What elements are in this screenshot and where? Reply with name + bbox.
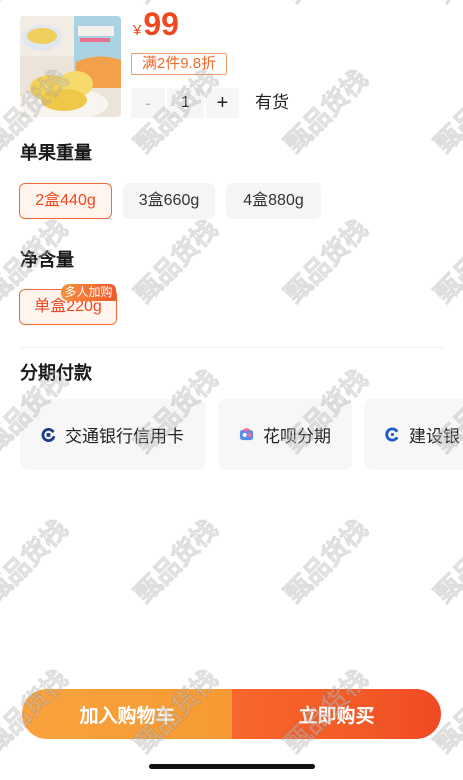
section-divider — [20, 347, 443, 348]
section-title-net-content: 净含量 — [20, 250, 74, 270]
ccb-icon — [385, 427, 399, 442]
installment-card-bocom[interactable]: 交通银行信用卡 — [20, 399, 206, 470]
installment-card-ccb[interactable]: 建设银 — [364, 399, 463, 470]
installment-label: 建设银 — [409, 427, 460, 446]
watermark-text: 甄品货栈 — [275, 0, 375, 10]
promo-tag: 满2件9.8折 — [131, 53, 227, 75]
product-image[interactable] — [20, 16, 121, 117]
add-to-cart-button[interactable]: 加入购物车 — [22, 689, 232, 739]
decrease-quantity-button[interactable]: - — [131, 88, 165, 118]
watermark-text: 甄品货栈 — [278, 213, 374, 309]
quantity-stepper: - 1 + — [131, 88, 239, 118]
watermark-text: 甄品货栈 — [278, 513, 374, 609]
option-2-boxes-440g[interactable]: 2盒440g — [19, 183, 112, 219]
price-amount: 99 — [143, 6, 179, 42]
installment-card-huabei[interactable]: 花呗分期 — [218, 399, 352, 470]
watermark-text: 甄品货栈 — [0, 0, 75, 10]
quantity-value[interactable]: 1 — [167, 88, 204, 118]
huabei-icon — [239, 428, 254, 441]
option-single-box-220g[interactable]: 单盒220g 多人加购 — [19, 284, 117, 325]
stock-status: 有货 — [255, 93, 289, 112]
watermark-text: 甄品货栈 — [428, 513, 463, 609]
watermark-text: 甄品货栈 — [428, 63, 463, 159]
watermark-text: 甄品货栈 — [128, 513, 224, 609]
installment-options: 交通银行信用卡 花呗分期 建设银 — [20, 399, 463, 470]
photo-bowl — [22, 25, 62, 51]
section-title-fruit-weight: 单果重量 — [20, 143, 92, 163]
price: ¥ 99 — [133, 4, 179, 44]
sku-selection-sheet: ¥ 99 满2件9.8折 - 1 + 有货 单果重量 2盒440g 3盒660g… — [0, 0, 463, 780]
buy-now-button[interactable]: 立即购买 — [232, 689, 441, 739]
popular-badge: 多人加购 — [61, 284, 116, 301]
fruit-weight-options: 2盒440g 3盒660g 4盒880g — [19, 183, 321, 219]
section-title-installments: 分期付款 — [20, 363, 92, 383]
purchase-action-bar: 加入购物车 立即购买 — [22, 689, 441, 739]
watermark-text: 甄品货栈 — [128, 213, 224, 309]
watermark-text: 甄品货栈 — [425, 0, 463, 10]
installment-label: 花呗分期 — [263, 427, 331, 446]
installment-track: 交通银行信用卡 花呗分期 建设银 — [20, 399, 463, 470]
option-4-boxes-880g[interactable]: 4盒880g — [226, 183, 321, 219]
bocom-icon — [41, 428, 56, 442]
product-photo-graphic — [20, 16, 121, 117]
watermark-text: 甄品货栈 — [278, 63, 374, 159]
home-indicator[interactable] — [149, 764, 315, 769]
increase-quantity-button[interactable]: + — [206, 88, 239, 118]
currency-symbol: ¥ — [133, 22, 142, 39]
installment-label: 交通银行信用卡 — [65, 427, 184, 446]
watermark-text: 甄品货栈 — [428, 213, 463, 309]
net-content-options: 单盒220g 多人加购 — [19, 284, 117, 325]
option-3-boxes-660g[interactable]: 3盒660g — [123, 183, 215, 219]
watermark-text: 甄品货栈 — [0, 513, 74, 609]
